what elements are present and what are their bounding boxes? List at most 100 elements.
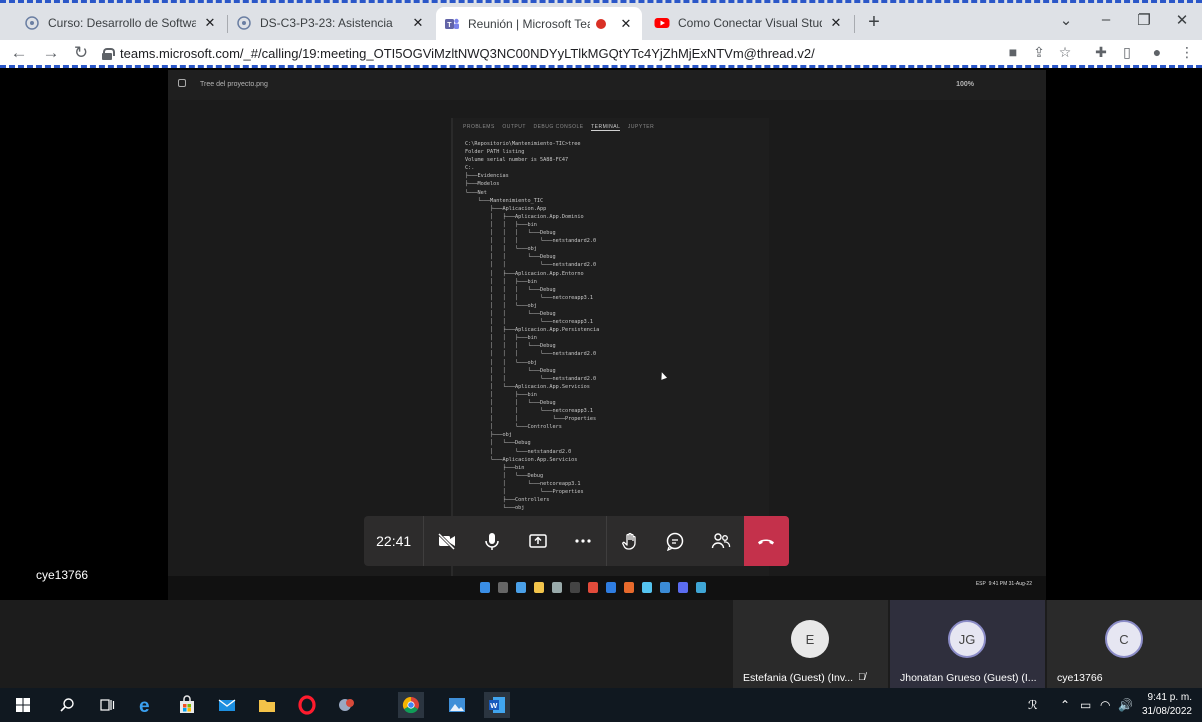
taskbar-file-explorer[interactable]: [254, 692, 280, 718]
muted-mic-icon: 🎙̸: [858, 672, 866, 683]
reload-icon[interactable]: ↻: [70, 43, 92, 63]
edge-icon: [516, 582, 526, 593]
task-view-icon: [100, 699, 115, 711]
viewer-zoom: 100%: [956, 81, 974, 88]
store-icon: [180, 695, 194, 713]
tab-search-button[interactable]: ⌄: [1056, 11, 1076, 29]
share-screen-button[interactable]: [515, 516, 560, 566]
kebab-menu-icon[interactable]: ⋮: [1178, 44, 1196, 61]
photos-icon: [696, 582, 706, 593]
recording-indicator-icon: [596, 18, 606, 29]
participants-button[interactable]: [698, 516, 743, 566]
taskbar-edge[interactable]: e: [134, 692, 160, 718]
close-tab-icon[interactable]: ✕: [410, 15, 426, 31]
participant-name: cye13766: [1057, 672, 1103, 684]
photos-app-icon: [178, 79, 186, 87]
close-tab-icon[interactable]: ✕: [828, 15, 844, 31]
svg-text:e: e: [139, 696, 150, 715]
browser-tab-attendance[interactable]: DS-C3-P3-23: Asistencia ✕: [228, 7, 434, 39]
terminal-tab-active: TERMINAL: [591, 124, 621, 131]
terminal-tab: JUPYTER: [627, 124, 655, 130]
search-button[interactable]: [54, 692, 80, 718]
lock-icon: [102, 47, 115, 60]
profile-avatar-icon[interactable]: ●: [1148, 44, 1166, 60]
presenter-name: cye13766: [36, 568, 89, 582]
more-actions-button[interactable]: [561, 516, 606, 566]
browser-tab-strip: Curso: Desarrollo de Software - C ✕ DS-C…: [0, 0, 1202, 40]
chrome-icon: [402, 696, 419, 714]
forward-arrow-icon[interactable]: →: [40, 43, 62, 63]
terminal-tab: DEBUG CONSOLE: [533, 124, 584, 130]
taskbar-chrome[interactable]: [398, 692, 424, 718]
bookmark-star-icon[interactable]: ☆: [1056, 44, 1074, 61]
taskbar-word[interactable]: W: [484, 692, 510, 718]
terminal-tab: PROBLEMS: [463, 124, 495, 130]
office-icon: [624, 582, 634, 593]
terminal-output: C:\Repositorio\Mantenimiento-TIC>tree Fo…: [465, 141, 600, 512]
avatar: JG: [948, 620, 986, 658]
camera-off-icon: [437, 532, 456, 551]
vscode-icon: [660, 582, 670, 593]
tab-title: Reunión | Microsoft Teams: [468, 16, 590, 31]
search-icon: [60, 698, 74, 712]
camera-in-use-icon[interactable]: ■: [1004, 44, 1022, 60]
share-page-icon[interactable]: ⇪: [1030, 44, 1048, 61]
chat-icon: [667, 532, 684, 551]
photo-viewer-header: Tree del proyecto.png 100%: [168, 70, 1046, 100]
system-clock[interactable]: 9:41 p. m. 31/08/2022: [1142, 691, 1192, 719]
svg-text:T: T: [447, 22, 452, 29]
restore-button[interactable]: ❐: [1134, 11, 1154, 29]
taskbar-app[interactable]: [334, 692, 360, 718]
chat-button[interactable]: [653, 516, 698, 566]
remote-clock: ESP 9:41 PM 31-Aug-22: [975, 581, 1032, 587]
side-panel-icon[interactable]: ▯: [1118, 44, 1136, 61]
show-hidden-icons-chevron-icon[interactable]: ⌃: [1060, 698, 1070, 712]
participant-tile-estefania[interactable]: E Estefania (Guest) (Inv... 🎙̸: [733, 600, 888, 688]
avatar: E: [791, 620, 829, 658]
participant-name: Jhonatan Grueso (Guest) (I...: [900, 672, 1037, 684]
participants-icon: [711, 533, 730, 549]
browser-toolbar: ← → ↻ teams.microsoft.com/_#/calling/19:…: [0, 40, 1202, 68]
browser-tab-youtube[interactable]: Como Conectar Visual Studio Co ✕: [646, 7, 852, 39]
participant-tile-cye13766[interactable]: C cye13766: [1047, 600, 1202, 688]
close-tab-icon[interactable]: ✕: [618, 16, 634, 32]
battery-icon[interactable]: ▭: [1080, 698, 1091, 712]
new-tab-button[interactable]: +: [862, 11, 886, 34]
taskbar-store[interactable]: [174, 692, 200, 718]
close-window-button[interactable]: ✕: [1172, 11, 1192, 29]
people-icon[interactable]: ℛ: [1028, 698, 1038, 712]
back-arrow-icon[interactable]: ←: [8, 43, 30, 63]
taskbar-opera[interactable]: [294, 692, 320, 718]
terminal-tabs: PROBLEMS OUTPUT DEBUG CONSOLE TERMINAL J…: [463, 124, 655, 131]
task-view-button[interactable]: [94, 692, 120, 718]
meeting-controls: 22:41: [364, 516, 790, 566]
windows-taskbar: e W ℛ ⌃ ▭ ◠ 🔊 9:41 p. m. 31/08/2022: [0, 688, 1202, 722]
participants-gallery: E Estefania (Guest) (Inv... 🎙̸ JG Jhonat…: [0, 600, 1202, 688]
teams-icon: T: [445, 18, 459, 29]
taskbar-photos[interactable]: [444, 692, 470, 718]
wifi-icon[interactable]: ◠: [1100, 698, 1110, 712]
raise-hand-button[interactable]: [607, 516, 652, 566]
browser-tab-teams[interactable]: T Reunión | Microsoft Teams ✕: [436, 7, 642, 40]
taskbar-mail[interactable]: [214, 692, 240, 718]
windows-start-button[interactable]: [10, 692, 36, 718]
raise-hand-icon: [622, 532, 636, 550]
word-icon: W: [489, 697, 505, 713]
browser-tab-course[interactable]: Curso: Desarrollo de Software - C ✕: [16, 7, 226, 39]
tab-title: DS-C3-P3-23: Asistencia: [260, 16, 393, 30]
extensions-icon[interactable]: ✚: [1092, 44, 1110, 61]
chrome-icon: [606, 582, 616, 593]
folder-icon: [259, 700, 275, 712]
address-bar[interactable]: teams.microsoft.com/_#/calling/19:meetin…: [96, 42, 976, 64]
participant-tile-jhonatan[interactable]: JG Jhonatan Grueso (Guest) (I...: [890, 600, 1045, 688]
volume-icon[interactable]: 🔊: [1118, 698, 1133, 712]
leave-call-button[interactable]: [743, 516, 790, 566]
camera-toggle-button[interactable]: [424, 516, 469, 566]
participant-name: Estefania (Guest) (Inv...: [743, 672, 854, 684]
app-icon: [678, 582, 688, 593]
minimize-button[interactable]: –: [1096, 11, 1116, 28]
terminal-tab: OUTPUT: [502, 124, 526, 130]
close-tab-icon[interactable]: ✕: [202, 15, 218, 31]
phone-hangup-icon: [758, 539, 775, 545]
microphone-toggle-button[interactable]: [470, 516, 515, 566]
